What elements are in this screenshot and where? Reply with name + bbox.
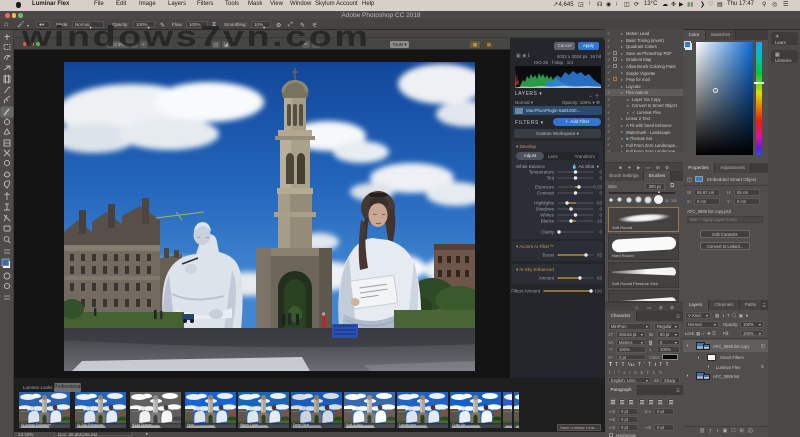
- svg-text:Boost: Boost: [542, 253, 554, 258]
- svg-text:Filters Amount: Filters Amount: [511, 289, 541, 294]
- svg-text:0: 0: [599, 191, 602, 196]
- svg-text:0: 0: [599, 176, 602, 181]
- svg-text:-65: -65: [595, 201, 602, 206]
- svg-text:Amount: Amount: [538, 276, 554, 281]
- svg-text:Highlights: Highlights: [534, 201, 555, 206]
- svg-text:85: 85: [597, 253, 603, 258]
- svg-text:0.25: 0.25: [593, 185, 602, 190]
- svg-text:Whites: Whites: [540, 213, 555, 218]
- svg-text:100: 100: [594, 289, 602, 294]
- svg-text:0: 0: [599, 213, 602, 218]
- svg-text:Exposure: Exposure: [535, 185, 555, 190]
- svg-text:Blacks: Blacks: [541, 219, 555, 224]
- svg-text:0: 0: [599, 207, 602, 212]
- svg-text:Contrast: Contrast: [537, 191, 555, 196]
- svg-text:Temperature: Temperature: [529, 170, 555, 175]
- svg-text:Tint: Tint: [547, 176, 555, 181]
- svg-text:Clarity: Clarity: [541, 230, 555, 235]
- svg-text:-16: -16: [595, 219, 602, 224]
- svg-text:Shadows: Shadows: [535, 207, 554, 212]
- svg-text:65: 65: [597, 276, 603, 281]
- svg-text:0: 0: [599, 230, 602, 235]
- svg-text:0: 0: [599, 170, 602, 175]
